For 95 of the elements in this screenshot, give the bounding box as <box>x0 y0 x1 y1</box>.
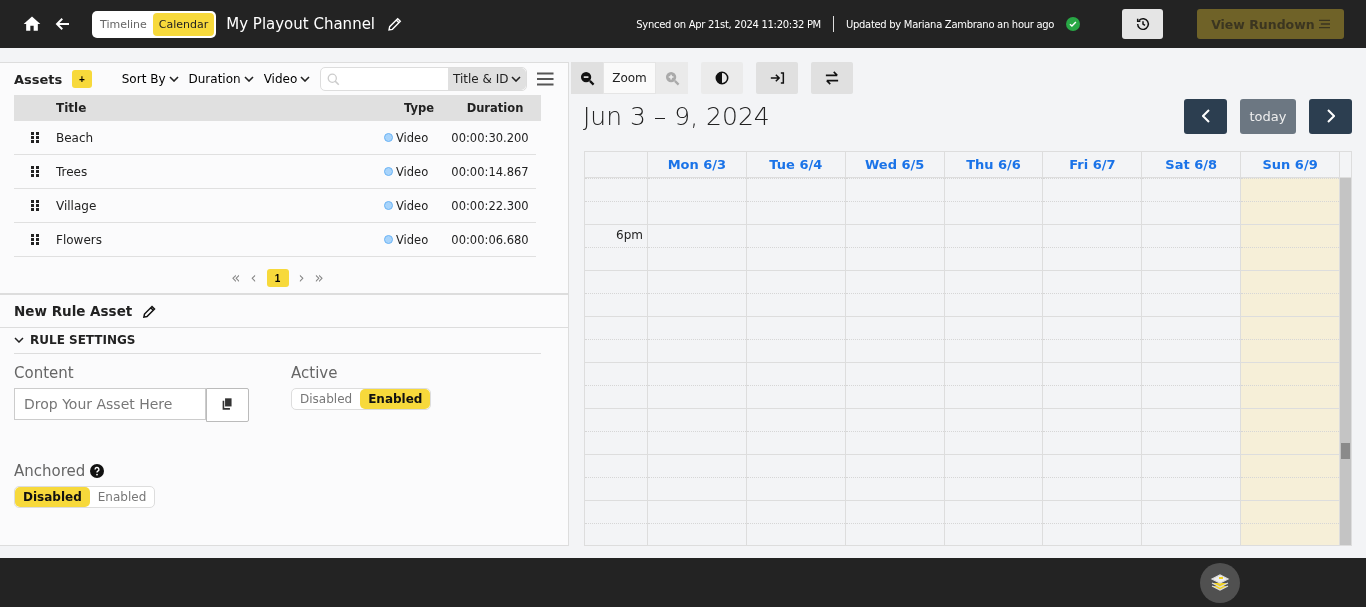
toggle-option[interactable]: Disabled <box>292 389 361 409</box>
table-cell-text: 00:00:22.300 <box>450 198 530 213</box>
pencil-icon[interactable] <box>387 16 404 32</box>
table-cell-text: 00:00:30.200 <box>450 130 530 145</box>
chevron-down-icon <box>300 76 311 82</box>
chevron-down-icon <box>511 76 522 82</box>
chevron-left-icon <box>1201 109 1210 123</box>
time-label: 6pm <box>616 228 643 242</box>
zoom-label: Zoom <box>603 62 656 94</box>
search-icon <box>327 72 341 86</box>
asset-drop-field[interactable]: Drop Your Asset Here <box>14 388 206 420</box>
filter-dropdown[interactable]: Video <box>263 72 311 86</box>
chevron-icon <box>14 337 24 343</box>
type-dot-icon <box>384 133 393 142</box>
section-toggle[interactable]: RULE SETTINGS <box>14 328 541 354</box>
column-header: Type <box>403 101 435 115</box>
scrollbar-thumb[interactable] <box>1341 443 1350 459</box>
chevron-down-icon <box>168 76 179 82</box>
table-cell: Video <box>396 198 429 213</box>
column-header: Duration <box>465 101 525 115</box>
type-dot-icon <box>384 201 393 210</box>
home-icon[interactable] <box>22 14 42 34</box>
day-header[interactable]: Thu 6/6 <box>966 157 1021 172</box>
history-button[interactable] <box>1122 9 1164 39</box>
section-title: RULE SETTINGS <box>30 333 136 347</box>
sign-in-button[interactable] <box>756 62 798 94</box>
search-field[interactable]: Title & ID <box>320 67 528 91</box>
rule-title: New Rule Asset <box>14 303 133 319</box>
assets-title: Assets <box>14 71 63 87</box>
drag-handle-icon[interactable] <box>31 234 39 245</box>
back-arrow-icon[interactable] <box>54 15 72 33</box>
chevron-right-icon <box>1326 109 1335 123</box>
day-header[interactable]: Tue 6/4 <box>769 157 823 172</box>
swap-icon <box>825 71 839 85</box>
table-cell: Video <box>396 130 429 145</box>
history-icon <box>1134 16 1151 32</box>
table-cell: Video <box>396 232 429 247</box>
view-tab[interactable]: Timeline <box>94 12 153 36</box>
copy-icon <box>221 396 234 411</box>
help-icon[interactable] <box>90 464 105 478</box>
channel-title: My Playout Channel <box>226 15 376 33</box>
day-header[interactable]: Sat 6/8 <box>1165 157 1218 172</box>
sign-in-icon <box>769 71 785 85</box>
add-button[interactable]: + <box>72 70 92 88</box>
page-button[interactable]: 1 <box>266 269 289 287</box>
type-dot-icon <box>384 235 393 244</box>
table-cell-text: Village <box>56 198 98 213</box>
table-cell: Video <box>396 164 429 179</box>
check-circle-icon <box>1066 17 1081 31</box>
next-week-button[interactable] <box>1309 98 1352 134</box>
search-scope-dropdown[interactable]: Title & ID <box>448 68 527 90</box>
zoom-in-icon <box>664 70 680 86</box>
table-cell-text: Trees <box>56 164 89 179</box>
day-header[interactable]: Sun 6/9 <box>1262 157 1318 172</box>
toggle-option[interactable]: Disabled <box>15 487 90 507</box>
contrast-icon <box>715 71 729 85</box>
drag-handle-icon[interactable] <box>31 166 39 177</box>
toggle-option[interactable]: Enabled <box>89 487 155 507</box>
list-icon <box>1319 18 1330 29</box>
toggle-option[interactable]: Enabled <box>360 389 431 409</box>
first-page-button[interactable]: « <box>231 269 241 287</box>
next-page-button[interactable]: › <box>298 269 305 287</box>
zoom-out-button[interactable] <box>571 62 603 94</box>
column-header: Title <box>56 101 88 115</box>
table-cell-text: 00:00:14.867 <box>450 164 530 179</box>
zoom-out-icon <box>579 70 595 86</box>
table-cell-text: 00:00:06.680 <box>450 232 530 247</box>
table-cell-text: Beach <box>56 130 95 145</box>
today-button[interactable]: today <box>1240 98 1296 134</box>
field-label: Content <box>14 364 75 382</box>
chevron-down-icon <box>243 76 254 82</box>
drag-handle-icon[interactable] <box>31 200 39 211</box>
field-label: Anchored <box>14 462 86 480</box>
filter-dropdown[interactable]: Duration <box>188 72 254 86</box>
date-range-title: Jun 3 – 9, 2024 <box>583 101 770 131</box>
day-header[interactable]: Wed 6/5 <box>864 157 925 172</box>
drag-handle-icon[interactable] <box>31 132 39 143</box>
sync-status: Synced on Apr 21st, 2024 11:20:32 PM <box>636 18 821 30</box>
update-status: Updated by Mariana Zambrano an hour ago <box>845 18 1055 30</box>
swap-button[interactable] <box>811 62 853 94</box>
previous-page-button[interactable]: ‹ <box>250 269 257 287</box>
table-cell-text: Flowers <box>56 232 103 247</box>
pencil-icon[interactable] <box>142 303 158 319</box>
copy-button[interactable] <box>206 388 249 422</box>
view-tab[interactable]: Calendar <box>152 12 215 36</box>
field-label: Active <box>291 364 339 382</box>
type-dot-icon <box>384 167 393 176</box>
day-header[interactable]: Fri 6/7 <box>1069 157 1116 172</box>
day-header[interactable]: Mon 6/3 <box>667 157 727 172</box>
contrast-button[interactable] <box>701 62 743 94</box>
stack-button[interactable] <box>1200 562 1240 603</box>
last-page-button[interactable]: » <box>314 269 324 287</box>
filter-dropdown[interactable]: Sort By <box>121 72 179 86</box>
menu-icon[interactable] <box>537 72 554 86</box>
previous-week-button[interactable] <box>1184 98 1227 134</box>
